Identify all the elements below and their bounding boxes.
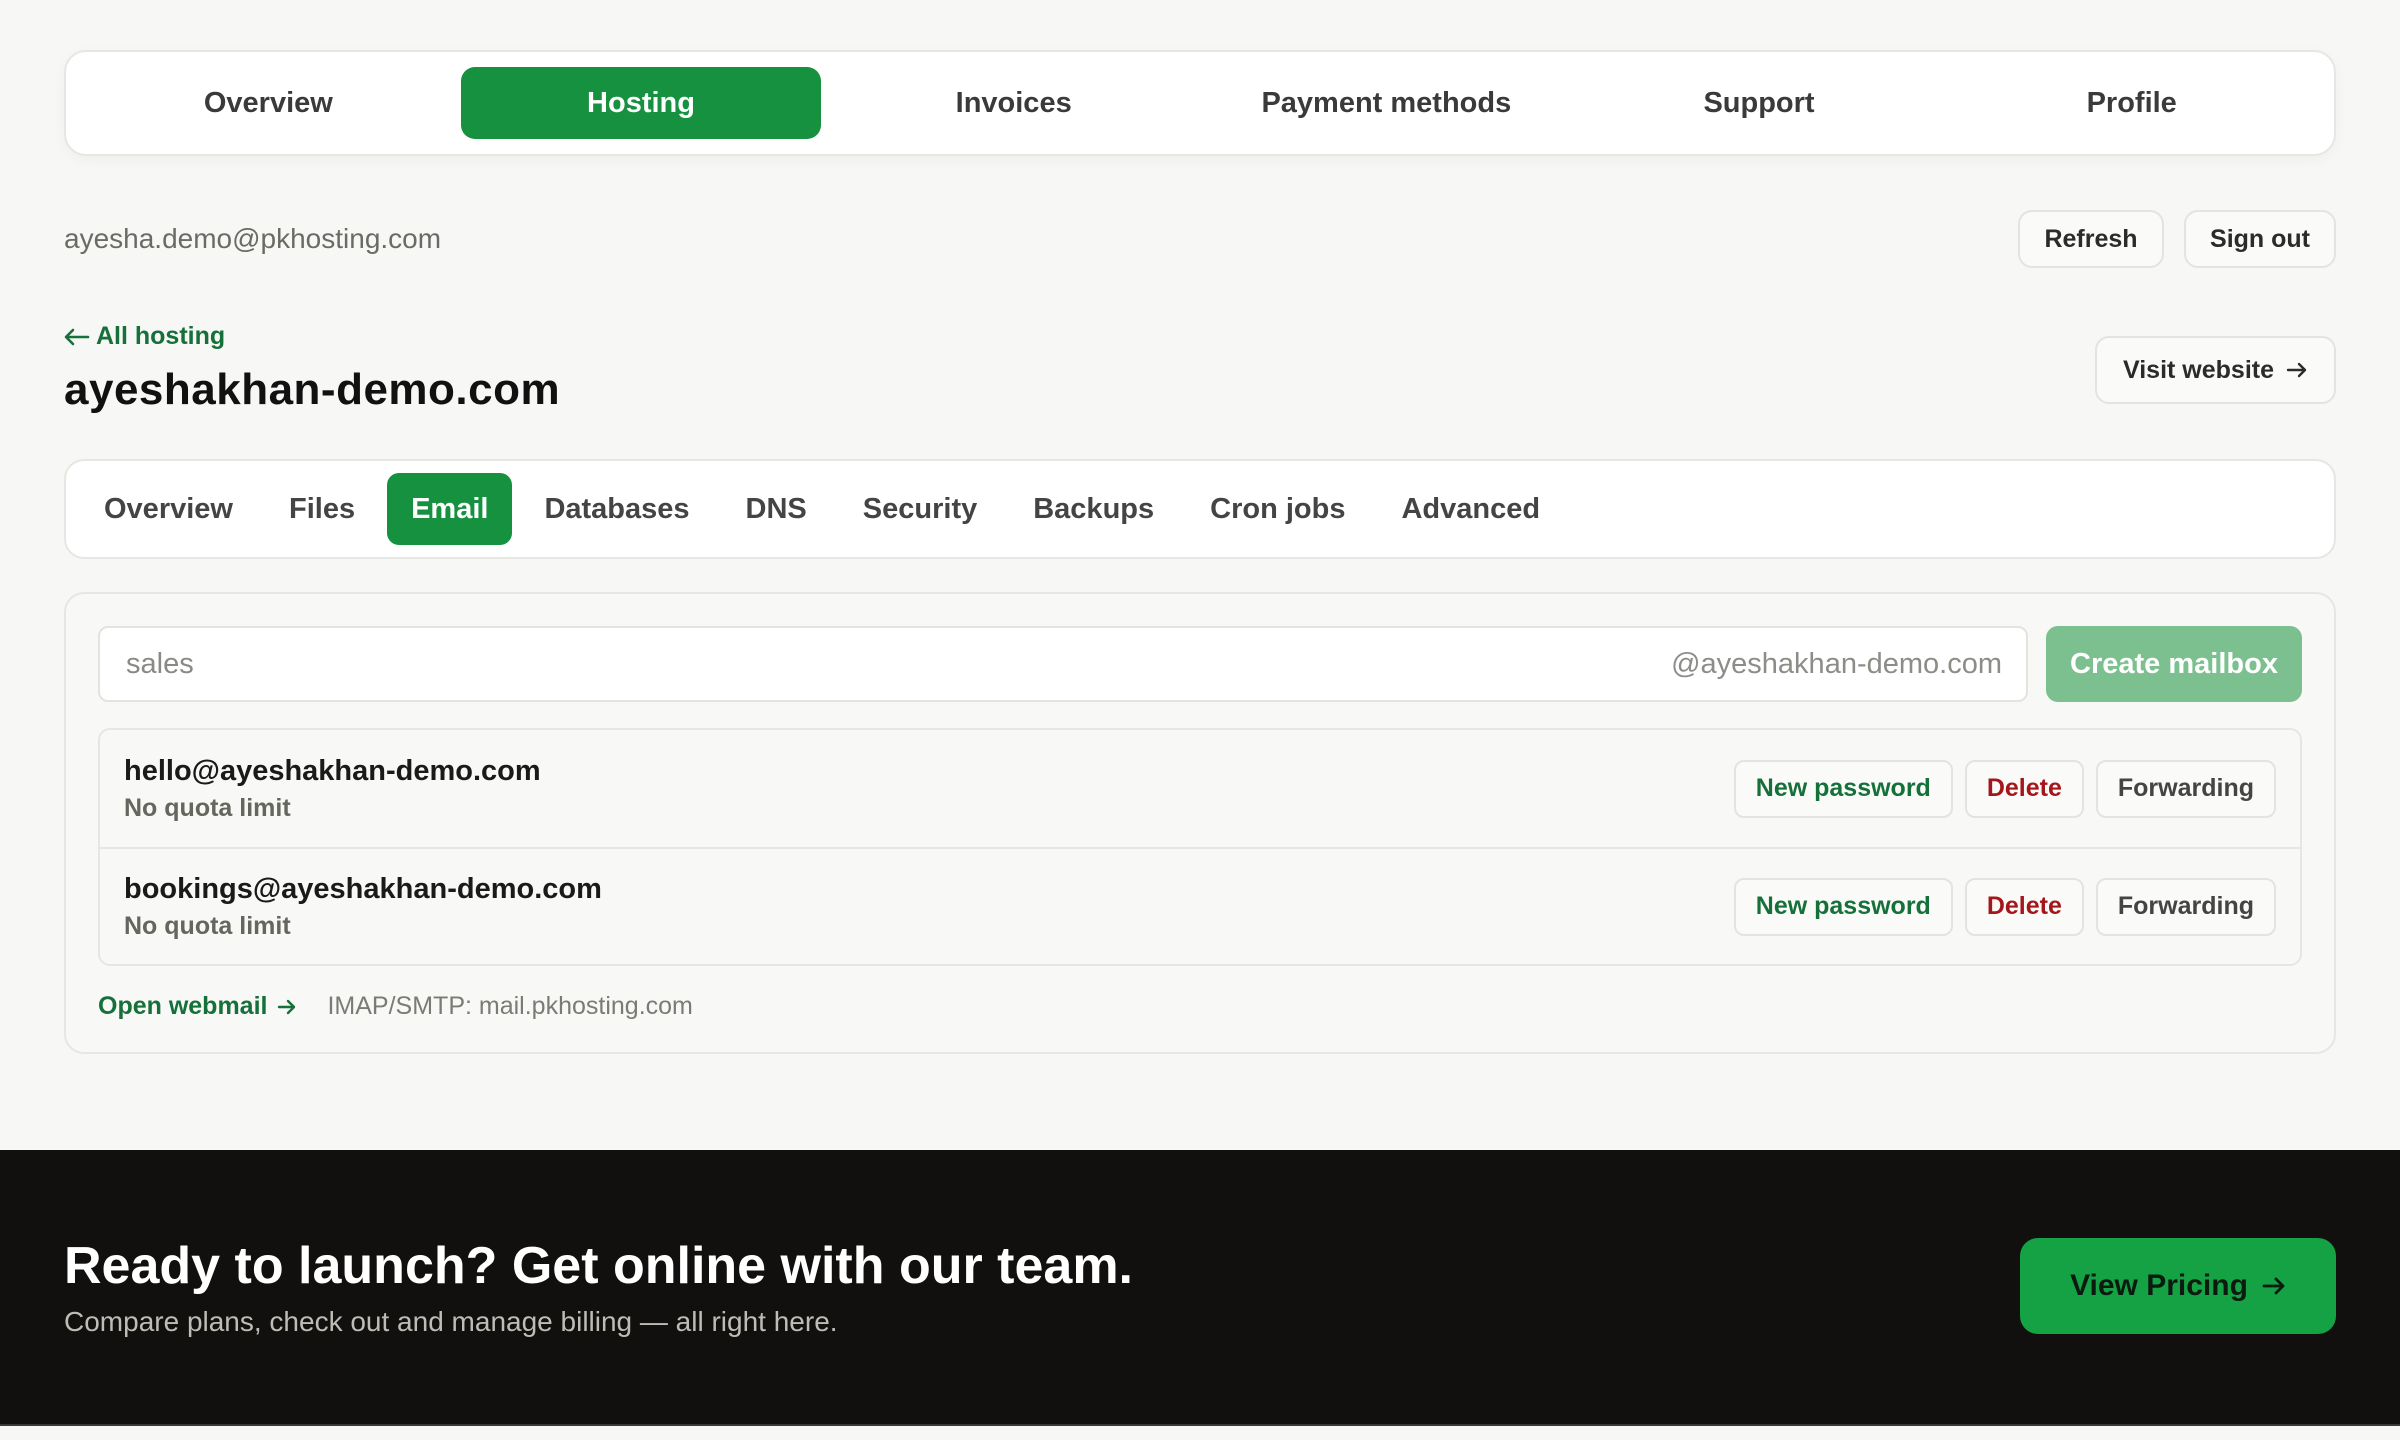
mailbox-info: hello@ayeshakhan-demo.com No quota limit: [124, 755, 541, 823]
mailbox-name-input[interactable]: [124, 646, 1672, 682]
arrow-right-icon: [2262, 1277, 2285, 1295]
visit-website-button[interactable]: Visit website: [2095, 336, 2336, 404]
arrow-right-icon: [2286, 362, 2307, 378]
back-link-label: All hosting: [96, 322, 226, 350]
forwarding-button[interactable]: Forwarding: [2095, 759, 2276, 818]
new-password-button[interactable]: New password: [1733, 877, 1953, 936]
subtab-databases[interactable]: Databases: [520, 473, 713, 545]
mailbox-list: hello@ayeshakhan-demo.com No quota limit…: [98, 728, 2302, 966]
account-actions: Refresh Sign out: [2002, 210, 2336, 268]
nav-tab-profile[interactable]: Profile: [1951, 67, 2312, 139]
footer-title: Ready to launch? Get online with our tea…: [64, 1237, 1133, 1295]
delete-button[interactable]: Delete: [1964, 877, 2084, 936]
back-to-hosting-link[interactable]: All hosting: [64, 322, 2336, 351]
arrow-left-icon: [64, 328, 90, 345]
subtab-email[interactable]: Email: [387, 473, 513, 545]
nav-tab-overview[interactable]: Overview: [88, 67, 449, 139]
open-webmail-link[interactable]: Open webmail: [98, 992, 297, 1021]
webmail-row: Open webmail IMAP/SMTP: mail.pkhosting.c…: [98, 992, 2302, 1021]
nav-tab-payment-methods[interactable]: Payment methods: [1206, 67, 1567, 139]
mailbox-row: bookings@ayeshakhan-demo.com No quota li…: [100, 847, 2300, 964]
refresh-button[interactable]: Refresh: [2018, 210, 2164, 268]
footer-cta: Ready to launch? Get online with our tea…: [0, 1150, 2400, 1426]
hosting-subnav: Overview Files Email Databases DNS Secur…: [64, 459, 2336, 559]
footer-subtitle: Compare plans, check out and manage bill…: [64, 1306, 838, 1337]
subtab-advanced[interactable]: Advanced: [1377, 473, 1564, 545]
mailbox-address: bookings@ayeshakhan-demo.com: [124, 872, 602, 905]
new-password-button[interactable]: New password: [1733, 759, 1953, 818]
subtab-files[interactable]: Files: [265, 473, 379, 545]
mailbox-actions: New password Delete Forwarding: [1722, 759, 2276, 818]
forwarding-button[interactable]: Forwarding: [2095, 877, 2276, 936]
subtab-cron-jobs[interactable]: Cron jobs: [1186, 473, 1369, 545]
subtab-overview[interactable]: Overview: [80, 473, 257, 545]
domain-suffix: @ayeshakhan-demo.com: [1671, 647, 2002, 680]
delete-button[interactable]: Delete: [1964, 759, 2084, 818]
mailbox-quota: No quota limit: [124, 793, 291, 822]
sign-out-button[interactable]: Sign out: [2184, 210, 2336, 268]
view-pricing-button[interactable]: View Pricing: [2020, 1238, 2336, 1334]
mailbox-info: bookings@ayeshakhan-demo.com No quota li…: [124, 873, 602, 941]
subtab-dns[interactable]: DNS: [722, 473, 831, 545]
subtab-backups[interactable]: Backups: [1009, 473, 1178, 545]
open-webmail-label: Open webmail: [98, 992, 268, 1020]
account-email: ayesha.demo@pkhosting.com: [64, 223, 442, 254]
create-mailbox-row: @ayeshakhan-demo.com Create mailbox: [98, 626, 2302, 702]
mailbox-input-wrapper: @ayeshakhan-demo.com: [98, 626, 2028, 702]
subtab-security[interactable]: Security: [839, 473, 1001, 545]
site-header: All hosting ayeshakhan-demo.com Visit we…: [64, 322, 2336, 432]
mailbox-quota: No quota limit: [124, 911, 291, 940]
mailbox-row: hello@ayeshakhan-demo.com No quota limit…: [100, 730, 2300, 847]
view-pricing-label: View Pricing: [2070, 1269, 2248, 1302]
account-row: ayesha.demo@pkhosting.com Refresh Sign o…: [64, 206, 2336, 272]
mailbox-actions: New password Delete Forwarding: [1722, 877, 2276, 936]
main-nav: Overview Hosting Invoices Payment method…: [64, 50, 2336, 156]
nav-tab-hosting[interactable]: Hosting: [460, 67, 822, 139]
page-title: ayeshakhan-demo.com: [64, 365, 561, 414]
nav-tab-invoices[interactable]: Invoices: [833, 67, 1194, 139]
visit-website-label: Visit website: [2123, 355, 2274, 384]
arrow-right-icon: [278, 999, 296, 1014]
mailbox-address: hello@ayeshakhan-demo.com: [124, 754, 541, 787]
nav-tab-support[interactable]: Support: [1579, 67, 1940, 139]
imap-smtp-info: IMAP/SMTP: mail.pkhosting.com: [327, 992, 693, 1020]
email-panel: @ayeshakhan-demo.com Create mailbox hell…: [64, 592, 2336, 1054]
create-mailbox-button[interactable]: Create mailbox: [2046, 626, 2302, 702]
